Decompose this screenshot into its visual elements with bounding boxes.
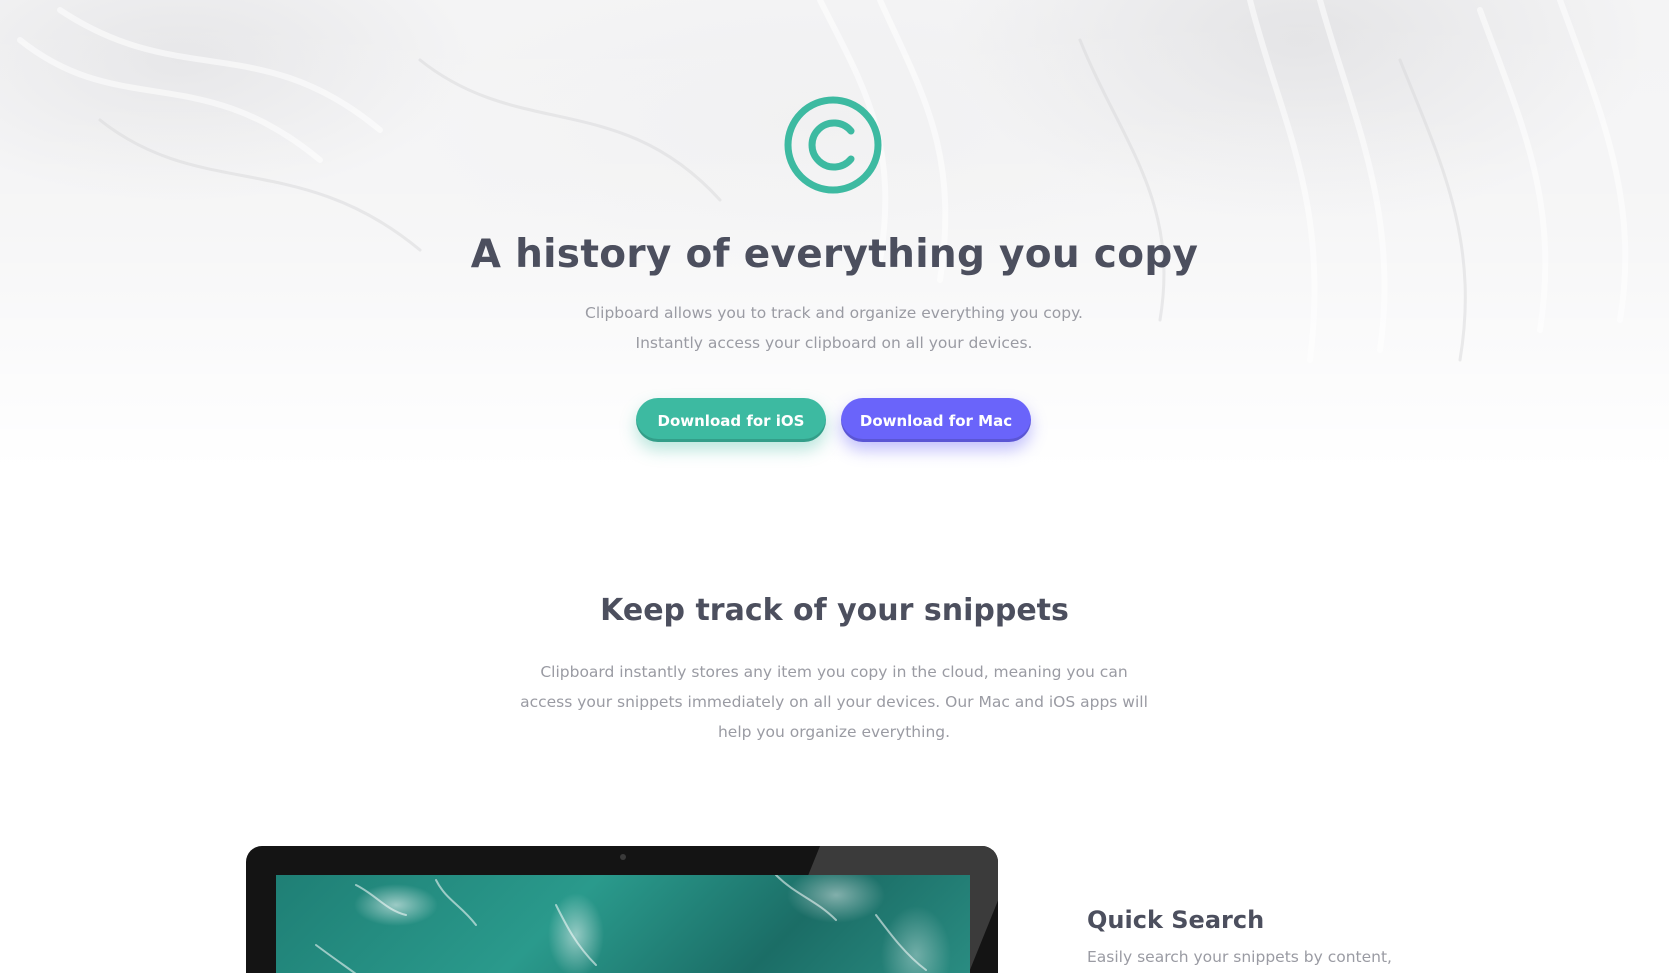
hero-description: Clipboard allows you to track and organi… (585, 304, 1083, 352)
feature-description-quick-search: Easily search your snippets by content, (1087, 948, 1392, 966)
hero-title: A history of everything you copy (470, 232, 1199, 277)
clipboard-logo-icon (783, 95, 883, 195)
feature-title-quick-search: Quick Search (1087, 906, 1265, 934)
monitor-screen-ocean-image (276, 875, 970, 973)
snippets-section-description: Clipboard instantly stores any item you … (520, 663, 1148, 741)
monitor-camera-icon (620, 854, 626, 860)
landing-page: A history of everything you copy Clipboa… (0, 0, 1669, 973)
monitor-device-image (246, 846, 998, 973)
download-mac-button[interactable]: Download for Mac (841, 398, 1031, 442)
snippets-section-title: Keep track of your snippets (600, 593, 1069, 628)
download-ios-button[interactable]: Download for iOS (636, 398, 826, 442)
ocean-foam-texture (315, 875, 927, 973)
